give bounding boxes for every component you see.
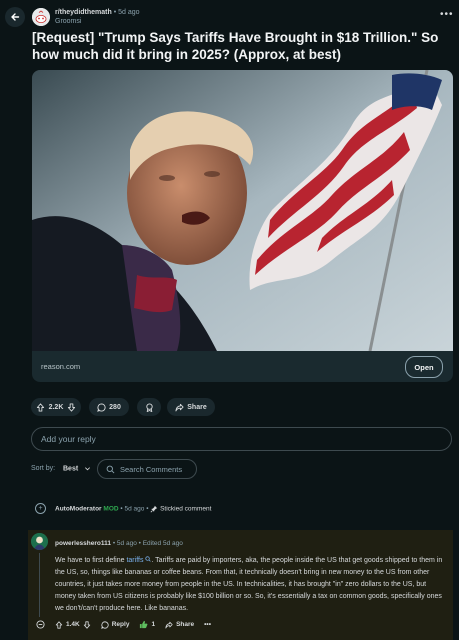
chevron-down-icon — [85, 467, 91, 471]
collapse-thread-button[interactable] — [36, 620, 45, 629]
sort-selected: Best — [63, 465, 79, 473]
upvote-count: 2.2K — [48, 403, 64, 411]
comment-icon — [100, 620, 109, 629]
separator: • — [146, 505, 149, 513]
downvote-icon[interactable] — [83, 620, 91, 629]
automod-comment-header: AutoModerator MOD • 5d ago • Stickied co… — [55, 505, 211, 513]
separator: • — [138, 540, 141, 547]
arrow-left-icon — [11, 13, 20, 21]
reply-label: Reply — [111, 621, 130, 628]
comment-share-button[interactable]: Share — [165, 621, 194, 629]
post-title: [Request] "Trump Says Tariffs Have Broug… — [32, 30, 439, 62]
link-domain[interactable]: reason.com — [41, 362, 80, 371]
subreddit-avatar[interactable] — [32, 8, 50, 26]
comment-count: 280 — [109, 403, 121, 411]
automod-time: 5d ago — [124, 505, 145, 513]
separator: • — [112, 540, 116, 547]
upvote-icon[interactable] — [36, 402, 45, 412]
share-label: Share — [187, 403, 207, 411]
comment-icon — [97, 402, 106, 412]
comment-text-pre: We have to first define — [55, 557, 127, 564]
downvote-icon[interactable] — [67, 402, 76, 412]
post-meta: r/theydidthemath • 5d ago — [55, 9, 140, 16]
snoo-icon — [32, 8, 50, 26]
separator: • — [113, 9, 117, 16]
sort-label: Sort by: — [31, 465, 56, 472]
more-options-button[interactable]: ••• — [440, 9, 454, 20]
vote-control: 2.2K — [31, 398, 81, 416]
share-icon — [175, 403, 184, 411]
open-link-button[interactable]: Open — [405, 356, 443, 378]
comment-author[interactable]: powerlesshero111 — [55, 540, 111, 547]
reply-input[interactable]: Add your reply — [31, 427, 452, 451]
pin-icon — [150, 505, 158, 513]
award-icon — [145, 402, 153, 412]
reply-button[interactable]: Reply — [100, 620, 130, 629]
stickied-label: Stickied comment — [160, 505, 212, 513]
thread-line[interactable] — [39, 553, 40, 617]
sort-dropdown[interactable]: Best — [63, 465, 91, 472]
comment-vote-control: 1.4K — [55, 620, 91, 629]
subreddit-name[interactable]: r/theydidthemath — [55, 9, 112, 16]
comment-text-post: . Tariffs are paid by importers, aka, th… — [55, 557, 443, 612]
post-time: 5d ago — [118, 9, 140, 16]
avatar[interactable] — [31, 533, 48, 550]
separator: • — [120, 505, 123, 513]
mod-badge: MOD — [103, 505, 119, 513]
post-author[interactable]: Groomsi — [55, 18, 81, 25]
automod-name[interactable]: AutoModerator — [55, 506, 102, 513]
upvote-icon[interactable] — [55, 620, 63, 629]
expand-thread-icon[interactable]: + — [35, 503, 46, 514]
comment-share-label: Share — [176, 621, 195, 628]
comment-actions: 1.4K Reply 1 Share ••• — [36, 620, 211, 629]
user-avatar-icon — [31, 533, 48, 550]
comment-time: 5d ago — [116, 540, 137, 547]
search-comments-input[interactable]: Search Comments — [97, 459, 197, 479]
link-card[interactable]: reason.com Open — [32, 70, 453, 382]
minus-circle-icon — [36, 620, 45, 629]
search-term-text: tariffs — [126, 557, 144, 564]
search-icon — [106, 465, 115, 473]
comment-more-button[interactable]: ••• — [204, 621, 211, 628]
share-icon — [165, 621, 173, 628]
award-button[interactable] — [137, 398, 161, 416]
comment-meta: powerlesshero111 • 5d ago • Edited 5d ag… — [55, 540, 183, 547]
search-comments-placeholder: Search Comments — [120, 464, 183, 474]
search-term-link[interactable]: tariffs — [126, 556, 152, 564]
award-count: 1 — [151, 621, 156, 628]
share-button[interactable]: Share — [167, 398, 215, 416]
post-image — [32, 70, 453, 351]
comment-award[interactable]: 1 — [139, 620, 155, 629]
back-button[interactable] — [5, 7, 25, 27]
comment-upvote-count: 1.4K — [66, 621, 80, 628]
comment-body: We have to first define tariffs . Tariff… — [55, 555, 449, 615]
edited-label: Edited 5d ago — [142, 540, 183, 547]
comments-button[interactable]: 280 — [89, 398, 129, 416]
thumbs-up-award-icon — [140, 620, 148, 629]
